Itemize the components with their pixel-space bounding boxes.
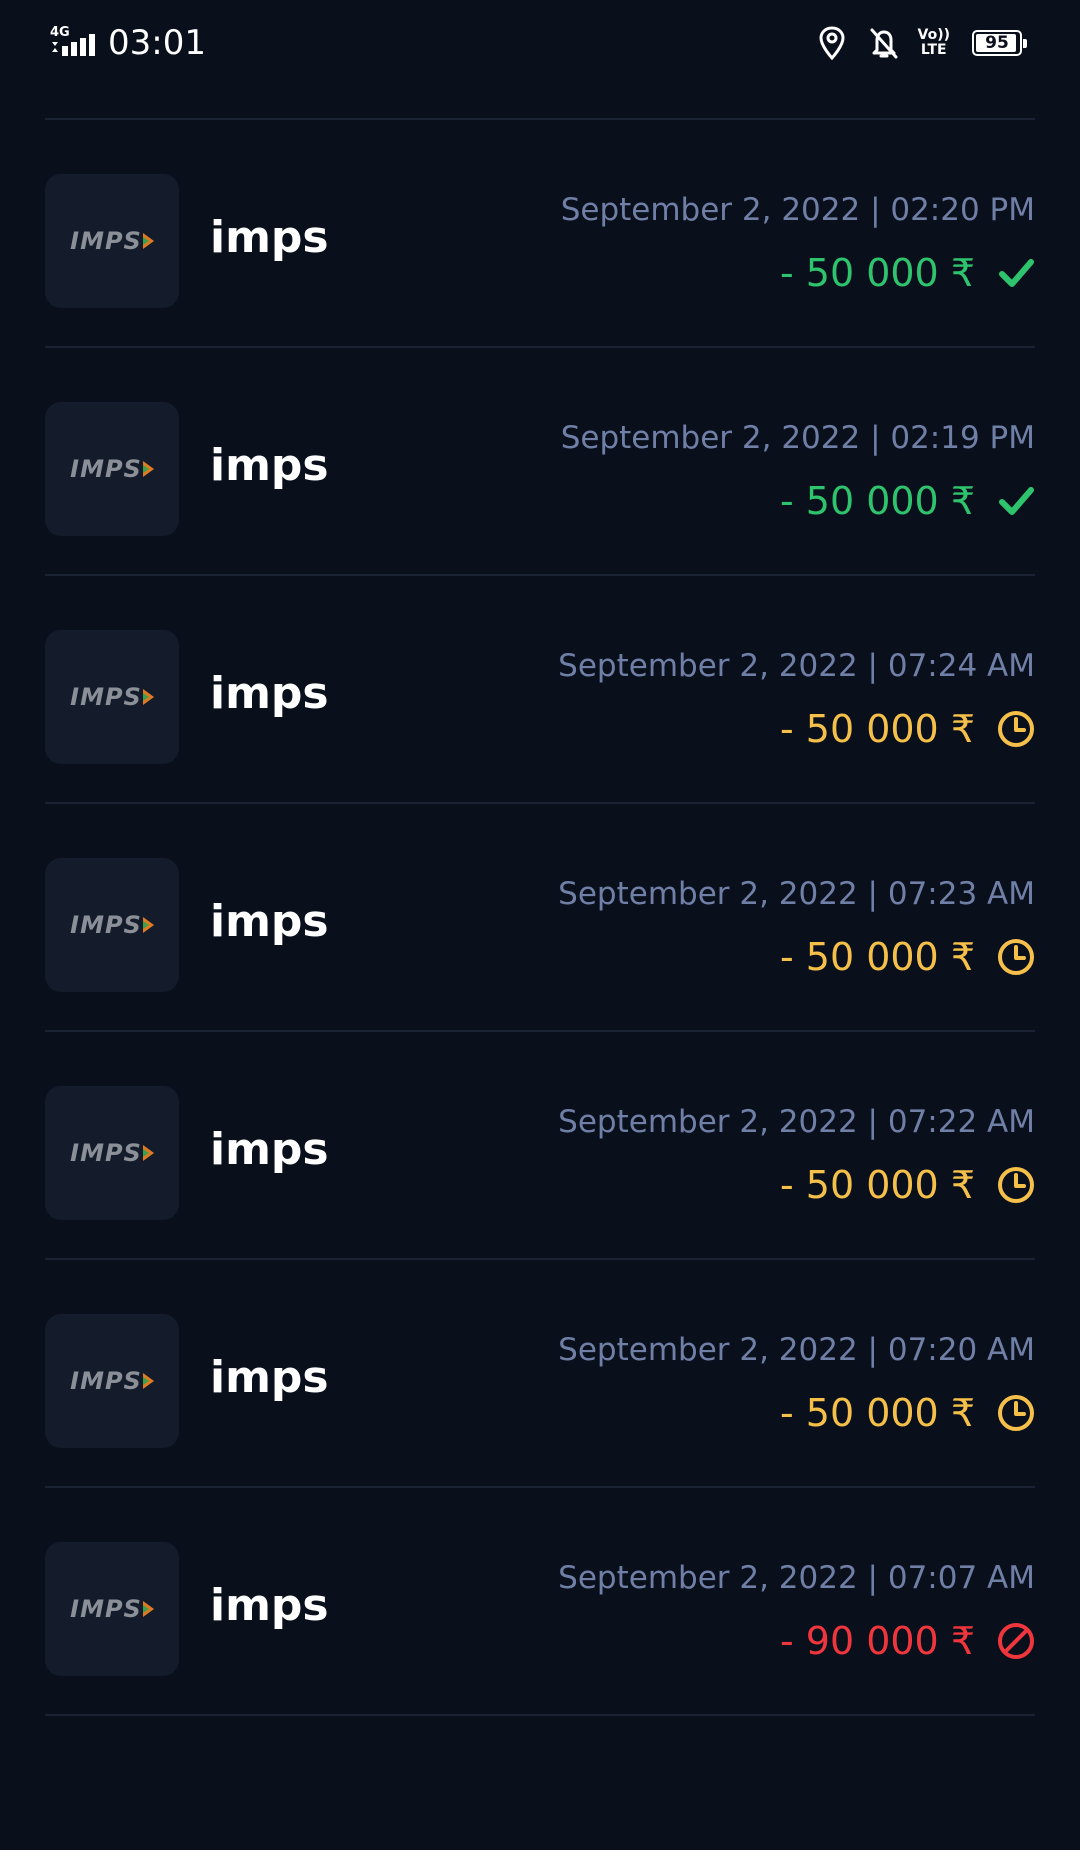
transaction-amount: - 50 000 ₹ — [779, 707, 975, 751]
status-check-icon — [997, 254, 1035, 292]
transaction-amount: - 50 000 ₹ — [779, 251, 975, 295]
imps-arrow-icon — [142, 1373, 154, 1389]
transaction-row[interactable]: IMPS imps September 2, 2022 | 07:23 AM -… — [45, 804, 1035, 1032]
transaction-amount: - 90 000 ₹ — [779, 1619, 975, 1663]
transaction-meta: September 2, 2022 | 02:20 PM - 50 000 ₹ — [561, 190, 1035, 296]
imps-logo-text: IMPS — [70, 1139, 142, 1167]
location-icon — [819, 26, 845, 60]
imps-logo-tile: IMPS — [45, 630, 179, 764]
transaction-meta: September 2, 2022 | 07:24 AM - 50 000 ₹ — [558, 646, 1035, 752]
transaction-name: imps — [210, 896, 329, 947]
transaction-name: imps — [210, 1352, 329, 1403]
imps-arrow-icon — [142, 1601, 154, 1617]
signal-strength-icon: 4G — [50, 25, 95, 56]
imps-arrow-icon — [142, 689, 154, 705]
transaction-meta: September 2, 2022 | 07:20 AM - 50 000 ₹ — [558, 1330, 1035, 1436]
transaction-amount-line: - 50 000 ₹ — [558, 706, 1035, 752]
status-icons: Vo)) LTE 95 — [796, 26, 1027, 60]
transaction-name: imps — [210, 212, 329, 263]
imps-logo-text: IMPS — [70, 683, 142, 711]
transaction-date: September 2, 2022 | 02:20 PM — [560, 192, 1035, 228]
transaction-meta: September 2, 2022 | 02:19 PM - 50 000 ₹ — [561, 418, 1035, 524]
status-check-icon — [997, 482, 1035, 520]
imps-logo-text: IMPS — [70, 911, 142, 939]
imps-logo: IMPS — [70, 455, 154, 483]
transaction-meta: September 2, 2022 | 07:22 AM - 50 000 ₹ — [558, 1102, 1035, 1208]
imps-logo-tile: IMPS — [45, 402, 179, 536]
transaction-amount-line: - 50 000 ₹ — [561, 478, 1035, 524]
status-clock-icon — [997, 1166, 1035, 1204]
imps-arrow-icon — [142, 233, 154, 249]
transactions-screen: 4G 03:01 Vo)) LTE 95 IMPS imps September… — [0, 0, 1080, 1850]
transaction-date: September 2, 2022 | 07:23 AM — [558, 876, 1035, 912]
volte-label-bottom: LTE — [920, 42, 947, 58]
status-clock-icon — [997, 938, 1035, 976]
transaction-date: September 2, 2022 | 07:20 AM — [558, 1332, 1035, 1368]
transaction-date: September 2, 2022 | 07:22 AM — [558, 1104, 1035, 1140]
transaction-date: September 2, 2022 | 02:19 PM — [560, 420, 1035, 456]
imps-logo-tile: IMPS — [45, 1086, 179, 1220]
transaction-list[interactable]: IMPS imps September 2, 2022 | 02:22 PM -… — [0, 0, 1080, 1716]
transaction-date: September 2, 2022 | 07:24 AM — [558, 648, 1035, 684]
transaction-name: imps — [210, 668, 329, 719]
transaction-amount-line: - 90 000 ₹ — [558, 1618, 1035, 1664]
imps-logo-text: IMPS — [70, 455, 142, 483]
transaction-row[interactable]: IMPS imps September 2, 2022 | 07:24 AM -… — [45, 576, 1035, 804]
imps-logo: IMPS — [70, 1139, 154, 1167]
volte-indicator: Vo)) LTE — [918, 28, 950, 58]
transaction-date: September 2, 2022 | 07:07 AM — [558, 1560, 1035, 1596]
transaction-meta: September 2, 2022 | 07:07 AM - 90 000 ₹ — [558, 1558, 1035, 1664]
imps-logo: IMPS — [70, 1367, 154, 1395]
transaction-amount-line: - 50 000 ₹ — [558, 934, 1035, 980]
transaction-amount: - 50 000 ₹ — [779, 1163, 975, 1207]
transaction-amount-line: - 50 000 ₹ — [558, 1162, 1035, 1208]
status-clock-icon — [997, 1394, 1035, 1432]
transaction-name: imps — [210, 1124, 329, 1175]
transaction-row[interactable]: IMPS imps September 2, 2022 | 02:20 PM -… — [45, 120, 1035, 348]
battery-icon: 95 — [972, 30, 1027, 56]
transaction-row[interactable]: IMPS imps September 2, 2022 | 07:22 AM -… — [45, 1032, 1035, 1260]
imps-logo-tile: IMPS — [45, 1314, 179, 1448]
transaction-meta: September 2, 2022 | 07:23 AM - 50 000 ₹ — [558, 874, 1035, 980]
imps-logo: IMPS — [70, 227, 154, 255]
transaction-row[interactable]: IMPS imps September 2, 2022 | 07:20 AM -… — [45, 1260, 1035, 1488]
transaction-amount-line: - 50 000 ₹ — [561, 250, 1035, 296]
imps-logo: IMPS — [70, 1595, 154, 1623]
imps-logo-tile: IMPS — [45, 858, 179, 992]
transaction-amount-line: - 50 000 ₹ — [558, 1390, 1035, 1436]
network-type-label: 4G — [50, 25, 70, 40]
transaction-row[interactable]: IMPS imps September 2, 2022 | 02:19 PM -… — [45, 348, 1035, 576]
imps-logo: IMPS — [70, 911, 154, 939]
imps-logo-tile: IMPS — [45, 1542, 179, 1676]
transaction-amount: - 50 000 ₹ — [779, 935, 975, 979]
imps-arrow-icon — [142, 917, 154, 933]
imps-arrow-icon — [142, 461, 154, 477]
imps-arrow-icon — [142, 1145, 154, 1161]
transaction-amount: - 50 000 ₹ — [779, 1391, 975, 1435]
notifications-off-icon — [870, 28, 898, 59]
transaction-name: imps — [210, 1580, 329, 1631]
battery-tip — [1023, 39, 1027, 48]
imps-logo: IMPS — [70, 683, 154, 711]
volte-label-top: Vo)) — [917, 27, 950, 43]
clock-time: 03:01 — [108, 23, 206, 63]
transaction-row[interactable]: IMPS imps September 2, 2022 | 07:07 AM -… — [45, 1488, 1035, 1716]
imps-logo-text: IMPS — [70, 1595, 142, 1623]
transaction-name: imps — [210, 440, 329, 491]
status-blocked-icon — [997, 1622, 1035, 1660]
imps-logo-text: IMPS — [70, 1367, 142, 1395]
status-clock-icon — [997, 710, 1035, 748]
status-bar: 4G 03:01 Vo)) LTE 95 — [0, 0, 1080, 88]
imps-logo-text: IMPS — [70, 227, 142, 255]
imps-logo-tile: IMPS — [45, 174, 179, 308]
transaction-amount: - 50 000 ₹ — [779, 479, 975, 523]
battery-level: 95 — [985, 33, 1009, 53]
